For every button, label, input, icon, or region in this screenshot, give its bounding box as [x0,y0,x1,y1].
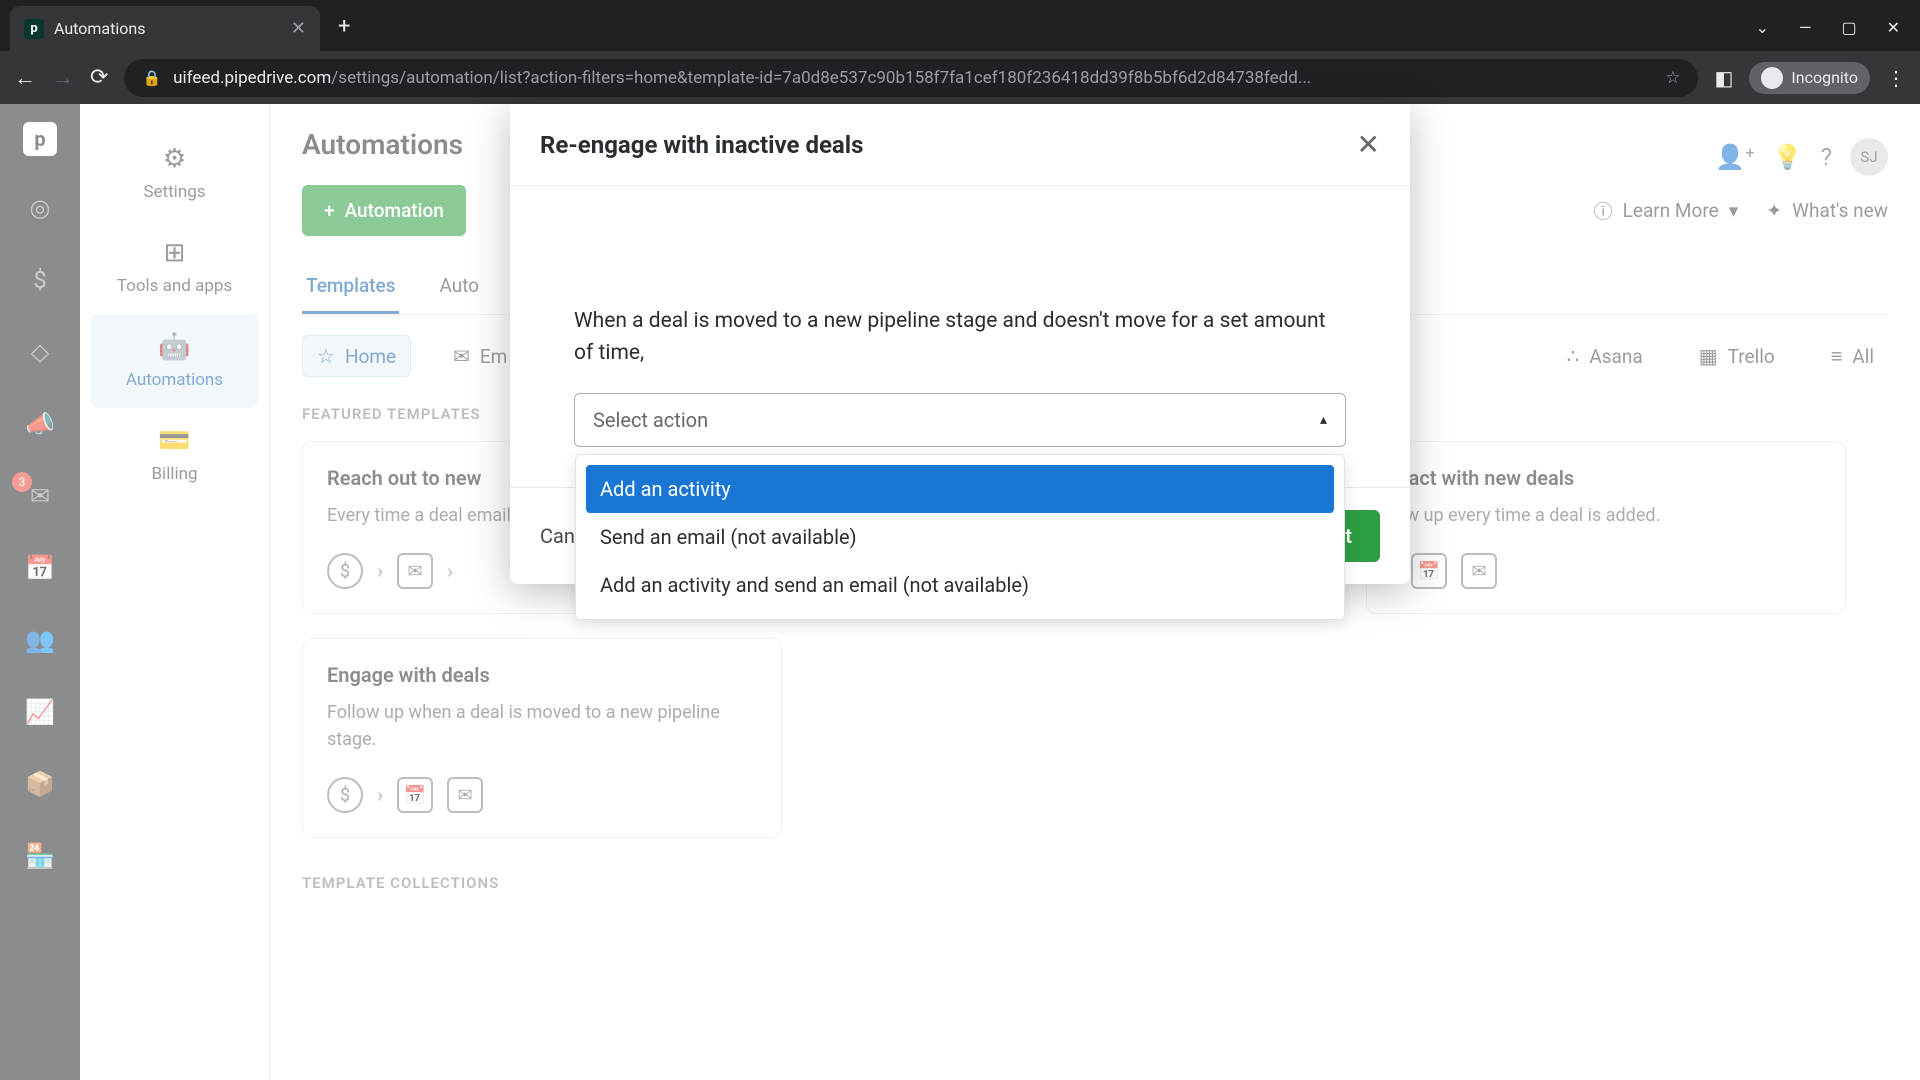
close-window-icon[interactable]: ✕ [1887,18,1900,37]
browser-toolbar: ← → ⟳ 🔒 uifeed.pipedrive.com/settings/au… [0,51,1920,104]
close-tab-icon[interactable]: ✕ [291,18,306,39]
minimize-icon[interactable]: — [1799,18,1812,37]
forward-button: → [52,65,74,91]
caret-up-icon: ▴ [1320,412,1327,428]
pipedrive-favicon: p [24,19,44,39]
modal-header: Re-engage with inactive deals ✕ [510,104,1410,186]
extensions-icon[interactable]: ◧ [1714,66,1733,90]
star-icon[interactable]: ☆ [1665,68,1680,88]
modal: Re-engage with inactive deals ✕ When a d… [510,104,1410,584]
window-controls: ⌄ — ▢ ✕ [1756,18,1900,37]
menu-icon[interactable]: ⋮ [1886,66,1906,90]
tab-title: Automations [54,19,281,38]
modal-body: When a deal is moved to a new pipeline s… [510,186,1410,487]
select-placeholder: Select action [593,408,708,432]
modal-prompt: When a deal is moved to a new pipeline s… [574,306,1346,369]
chevron-down-icon[interactable]: ⌄ [1756,18,1769,37]
browser-tab-bar: p Automations ✕ + ⌄ — ▢ ✕ [0,0,1920,51]
close-icon[interactable]: ✕ [1357,128,1380,161]
dropdown-option-add-activity[interactable]: Add an activity [586,465,1334,513]
dropdown-option-send-email[interactable]: Send an email (not available) [586,513,1334,561]
action-dropdown: Add an activity Send an email (not avail… [575,454,1345,620]
maximize-icon[interactable]: ▢ [1841,18,1856,37]
incognito-icon [1761,67,1783,89]
reload-button[interactable]: ⟳ [90,65,108,90]
address-bar[interactable]: 🔒 uifeed.pipedrive.com/settings/automati… [124,59,1698,97]
back-button[interactable]: ← [14,65,36,91]
dropdown-option-add-and-send[interactable]: Add an activity and send an email (not a… [586,561,1334,609]
action-select[interactable]: Select action ▴ Add an activity Send an … [574,393,1346,447]
modal-title: Re-engage with inactive deals [540,131,863,159]
browser-tab[interactable]: p Automations ✕ [10,6,320,51]
new-tab-button[interactable]: + [338,14,350,39]
incognito-badge: Incognito [1749,62,1870,94]
lock-icon: 🔒 [142,69,161,87]
modal-overlay: Re-engage with inactive deals ✕ When a d… [0,104,1920,1080]
url-text: uifeed.pipedrive.com/settings/automation… [173,68,1653,88]
